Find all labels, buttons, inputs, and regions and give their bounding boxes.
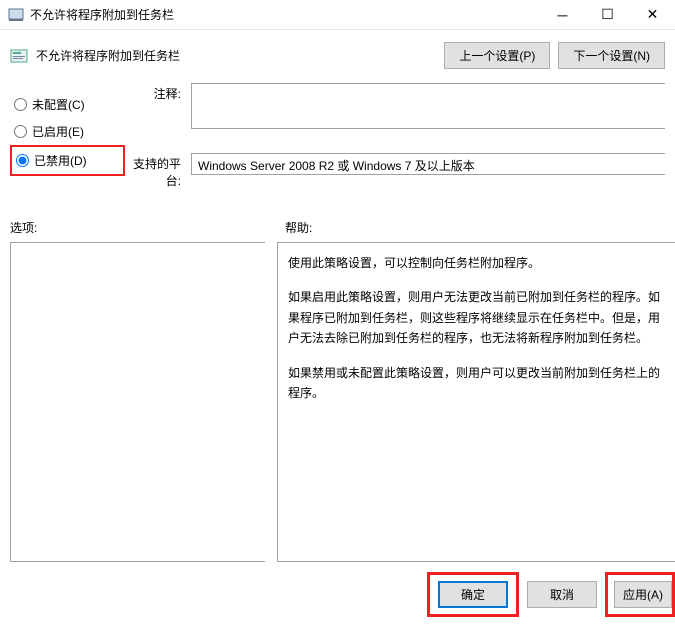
highlight-apply: 应用(A) [605, 572, 675, 617]
meta-column: 注释: 支持的平台: Windows Server 2008 R2 或 Wind… [125, 83, 665, 201]
apply-button[interactable]: 应用(A) [614, 581, 672, 608]
radio-enabled[interactable]: 已启用(E) [10, 118, 125, 145]
cancel-button[interactable]: 取消 [527, 581, 597, 608]
next-setting-button[interactable]: 下一个设置(N) [558, 42, 665, 69]
options-pane[interactable] [10, 242, 265, 562]
panes: 使用此策略设置，可以控制向任务栏附加程序。 如果启用此策略设置，则用户无法更改当… [0, 240, 675, 562]
radio-enabled-label: 已启用(E) [32, 123, 84, 140]
help-paragraph: 如果启用此策略设置，则用户无法更改当前已附加到任务栏的程序。如果程序已附加到任务… [288, 287, 665, 348]
policy-title: 不允许将程序附加到任务栏 [36, 47, 436, 64]
comment-label: 注释: [125, 83, 191, 102]
header-row: 不允许将程序附加到任务栏 上一个设置(P) 下一个设置(N) [0, 30, 675, 77]
prev-setting-button[interactable]: 上一个设置(P) [444, 42, 550, 69]
radio-not-configured-label: 未配置(C) [32, 96, 85, 113]
maximize-button[interactable]: ☐ [585, 0, 630, 30]
radio-disabled-label: 已禁用(D) [34, 152, 87, 169]
minimize-button[interactable]: ─ [540, 0, 585, 30]
radio-not-configured[interactable]: 未配置(C) [10, 91, 125, 118]
close-button[interactable]: ✕ [630, 0, 675, 30]
radio-column: 未配置(C) 已启用(E) 已禁用(D) [10, 83, 125, 201]
platform-label: 支持的平台: [125, 153, 191, 189]
ok-button[interactable]: 确定 [438, 581, 508, 608]
window-title: 不允许将程序附加到任务栏 [30, 6, 540, 23]
comment-row: 注释: [125, 83, 665, 129]
highlight-ok: 确定 [427, 572, 519, 617]
titlebar: 不允许将程序附加到任务栏 ─ ☐ ✕ [0, 0, 675, 30]
radio-disabled-input[interactable] [16, 154, 29, 167]
options-label: 选项: [10, 219, 285, 236]
config-area: 未配置(C) 已启用(E) 已禁用(D) 注释: 支持的平台: Windows … [0, 77, 675, 201]
platform-row: 支持的平台: Windows Server 2008 R2 或 Windows … [125, 153, 665, 189]
footer: 确定 取消 应用(A) [0, 562, 675, 617]
help-label: 帮助: [285, 219, 312, 236]
radio-not-configured-input[interactable] [14, 98, 27, 111]
help-paragraph: 使用此策略设置，可以控制向任务栏附加程序。 [288, 253, 665, 273]
help-paragraph: 如果禁用或未配置此策略设置，则用户可以更改当前附加到任务栏上的程序。 [288, 363, 665, 404]
pane-labels: 选项: 帮助: [0, 201, 675, 240]
help-pane: 使用此策略设置，可以控制向任务栏附加程序。 如果启用此策略设置，则用户无法更改当… [277, 242, 675, 562]
highlight-disabled: 已禁用(D) [10, 145, 125, 176]
radio-disabled[interactable]: 已禁用(D) [14, 150, 121, 171]
platform-value: Windows Server 2008 R2 或 Windows 7 及以上版本 [191, 153, 665, 175]
window-controls: ─ ☐ ✕ [540, 0, 675, 30]
radio-enabled-input[interactable] [14, 125, 27, 138]
app-icon [8, 7, 24, 23]
comment-input[interactable] [191, 83, 665, 129]
policy-icon [10, 47, 28, 65]
